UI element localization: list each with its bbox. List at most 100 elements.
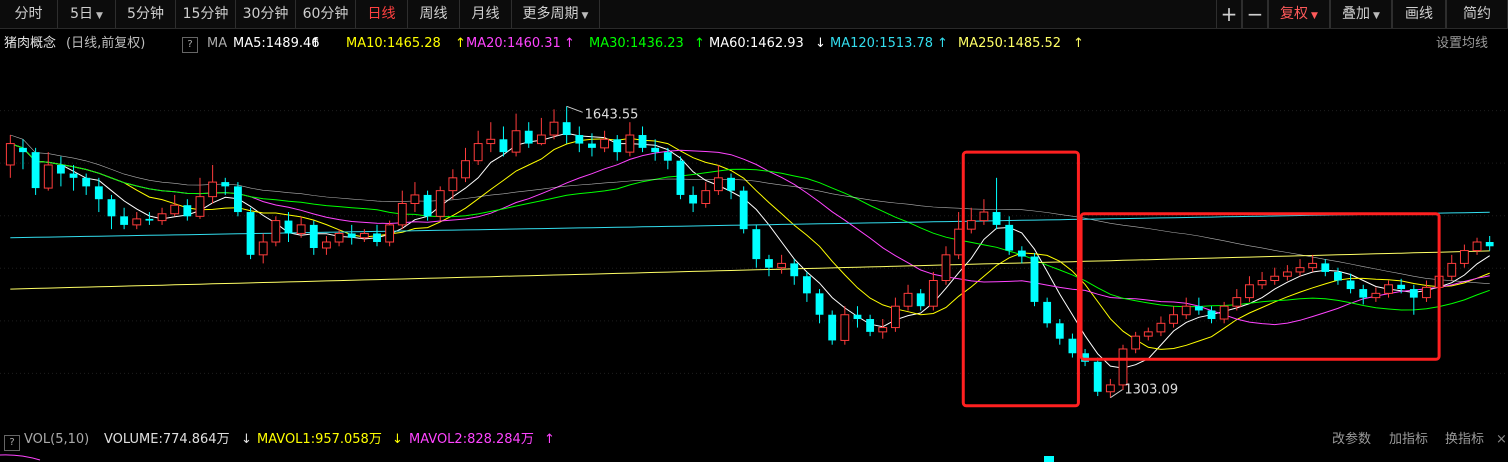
candle-body-up — [713, 177, 723, 192]
candle-body-up — [600, 138, 610, 149]
candle-body-down — [145, 218, 154, 221]
candle-body-down — [663, 152, 672, 161]
candle-body-up — [890, 305, 900, 329]
help-icon[interactable]: ? — [182, 37, 198, 53]
period-tab-5[interactable]: 60分钟 — [296, 0, 356, 28]
add-indicator-button[interactable]: 加指标 — [1389, 428, 1428, 452]
switch-indicator-button[interactable]: 换指标 — [1445, 428, 1484, 452]
close-icon[interactable]: × — [1496, 428, 1507, 452]
candle-body-up — [473, 143, 483, 162]
candle-body-down — [94, 186, 103, 200]
period-tab-3[interactable]: 15分钟 — [176, 0, 236, 28]
period-tab-2[interactable]: 5分钟 — [116, 0, 176, 28]
high-pointer — [566, 105, 583, 113]
chevron-down-icon: ▼ — [1373, 11, 1380, 21]
period-tab-1[interactable]: 5日 ▼ — [58, 0, 116, 28]
ma-info-bar: 猪肉概念 (日线,前复权)? MA MA5:1489.46 ↑ MA10:1465.28 ↑… — [0, 30, 1508, 58]
candle-body-up — [461, 160, 470, 179]
candle-body-down — [992, 212, 1001, 225]
period-tab-7[interactable]: 周线 — [408, 0, 460, 28]
period-tab-label: 30分钟 — [242, 6, 289, 22]
candle-body-up — [258, 241, 268, 256]
candlestick-chart[interactable]: 1643.55 1303.09 — [0, 58, 1508, 426]
ma-value-3: MA30:1436.23 — [589, 36, 684, 51]
candle-body-down — [107, 199, 116, 217]
period-tab-4[interactable]: 30分钟 — [236, 0, 296, 28]
period-tab-9[interactable]: 更多周期 ▼ — [512, 0, 600, 28]
candle-body-up — [1118, 348, 1128, 386]
zoom-out-button[interactable]: − — [1242, 0, 1268, 28]
ma-trend-arrow-icon: ↑ — [937, 36, 948, 51]
candle-body-down — [309, 224, 318, 248]
period-tab-label: 日线 — [367, 6, 396, 22]
candle-body-up — [1105, 384, 1115, 393]
candle-body-down — [347, 233, 356, 238]
candle-body-down — [246, 212, 255, 255]
fuquan-button[interactable]: 复权 ▼ — [1268, 0, 1330, 28]
candle-body-up — [701, 190, 711, 204]
period-tab-label: 60分钟 — [302, 6, 349, 22]
fuquan-button-label: 复权 — [1280, 6, 1309, 22]
ma-trend-arrow-icon: ↓ — [815, 36, 826, 51]
candle-body-up — [511, 130, 521, 153]
ma-trend-arrow-icon: ↑ — [564, 36, 575, 51]
candle-body-up — [536, 134, 546, 145]
ma-value-5: MA120:1513.78 — [830, 36, 934, 51]
candle-body-down — [575, 135, 584, 144]
candle-body-up — [878, 327, 888, 333]
candle-body-down — [284, 220, 293, 234]
candle-body-down — [1485, 242, 1494, 247]
candle-body-up — [966, 220, 976, 230]
volume-indicator-title: VOL(5,10) — [24, 432, 90, 447]
candle-body-down — [613, 139, 622, 153]
candle-body-down — [1030, 256, 1039, 302]
candle-body-up — [170, 204, 180, 215]
candle-body-down — [373, 233, 381, 242]
candle-body-up — [903, 292, 913, 307]
mavol2-value: MAVOL2:828.284万 — [409, 432, 534, 447]
candle-body-down — [1334, 271, 1342, 281]
ma60-line — [10, 134, 1490, 284]
simple-mode-button[interactable]: 简约 — [1446, 0, 1508, 28]
help-icon[interactable]: ? — [4, 435, 20, 451]
ma-value-0: MA5:1489.46 — [233, 36, 320, 51]
candle-body-up — [132, 218, 142, 226]
candle-body-down — [1194, 306, 1203, 311]
ma-trend-arrow-icon: ↑ — [455, 36, 466, 51]
overlay-button[interactable]: 叠加 ▼ — [1330, 0, 1392, 28]
draw-line-button-label: 画线 — [1405, 6, 1433, 22]
draw-line-button[interactable]: 画线 — [1392, 0, 1446, 28]
zoom-in-button[interactable]: + — [1216, 0, 1242, 28]
candle-body-up — [1169, 314, 1178, 324]
candle-body-up — [359, 232, 369, 239]
period-tab-6[interactable]: 日线 — [356, 0, 408, 28]
candle-body-down — [120, 216, 129, 225]
candle-body-down — [1321, 263, 1330, 272]
candle-body-down — [1093, 361, 1102, 392]
period-tab-label: 周线 — [419, 6, 448, 22]
candle-body-up — [1257, 280, 1267, 286]
candle-body-down — [828, 314, 837, 341]
candle-body-down — [676, 160, 685, 195]
period-tab-0[interactable]: 分时 — [0, 0, 58, 28]
candle-body-up — [1422, 286, 1431, 299]
candle-body-up — [1219, 305, 1229, 320]
volume-info-bar: ? VOL(5,10) VOLUME:774.864万 ↓ MAVOL1:957.058… — [0, 428, 1508, 452]
volume-chart[interactable] — [0, 452, 1508, 462]
candle-body-down — [233, 186, 242, 213]
ma-settings-button[interactable]: 设置均线 — [1436, 30, 1488, 58]
candle-body-up — [448, 177, 458, 192]
candle-body-up — [777, 262, 787, 269]
candle-body-up — [941, 254, 951, 282]
ma-label: MA — [207, 36, 228, 51]
change-params-button[interactable]: 改参数 — [1332, 428, 1371, 452]
candle-body-down — [183, 205, 192, 217]
candle-body-down — [790, 263, 799, 277]
ma-value-1: MA10:1465.28 — [346, 36, 441, 51]
candle-body-down — [69, 173, 78, 178]
candle-body-down — [1359, 289, 1368, 298]
candle-body-down — [588, 143, 596, 148]
candle-body-down — [1043, 301, 1052, 324]
period-tab-label: 5分钟 — [127, 6, 164, 22]
period-tab-8[interactable]: 月线 — [460, 0, 512, 28]
